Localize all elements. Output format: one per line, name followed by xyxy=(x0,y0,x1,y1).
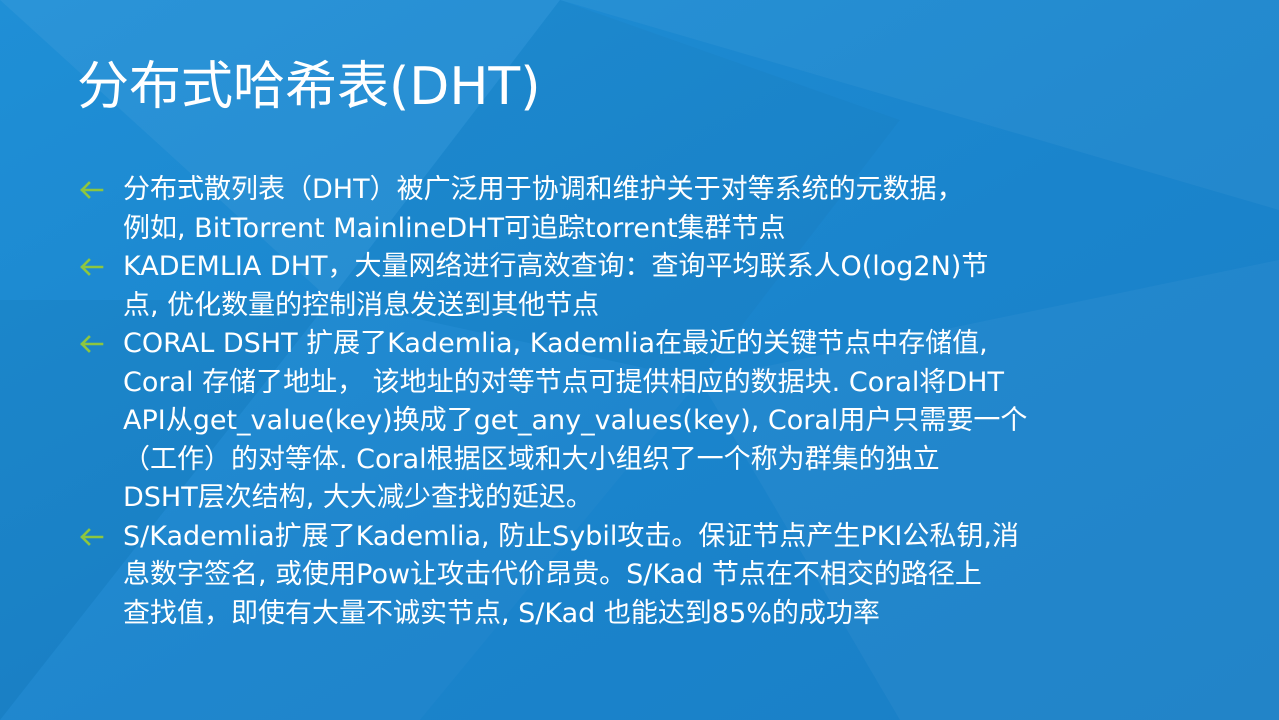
bullet-text: 分布式散列表（DHT）被广泛用于协调和维护关于对等系统的元数据， 例如, BitT… xyxy=(123,171,1198,248)
bullet-item: KADEMLIA DHT，大量网络进行高效查询：查询平均联系人O(log2N)节… xyxy=(78,248,1198,325)
slide-title: 分布式哈希表(DHT) xyxy=(77,57,541,117)
bullet-text: S/Kademlia扩展了Kademlia, 防止Sybil攻击。保证节点产生P… xyxy=(123,518,1198,634)
bullet-text-line: KADEMLIA DHT，大量网络进行高效查询：查询平均联系人O(log2N)节 xyxy=(123,251,989,282)
arrow-left-icon xyxy=(78,325,123,363)
bullet-text: KADEMLIA DHT，大量网络进行高效查询：查询平均联系人O(log2N)节… xyxy=(123,248,1198,325)
bullet-list: 分布式散列表（DHT）被广泛用于协调和维护关于对等系统的元数据， 例如, BitT… xyxy=(78,171,1198,633)
arrow-left-icon xyxy=(78,518,123,556)
arrow-left-icon xyxy=(78,248,123,286)
bullet-text-line: DSHT层次结构, 大大减少查找的延迟。 xyxy=(123,482,593,513)
bullet-text-line: 查找值，即使有大量不诚实节点, S/Kad 也能达到85%的成功率 xyxy=(123,597,880,629)
bullet-text-line: 点, 优化数量的控制消息发送到其他节点 xyxy=(123,289,600,321)
bullet-text-line: S/Kademlia扩展了Kademlia, 防止Sybil攻击。保证节点产生P… xyxy=(123,520,1019,552)
bullet-text-line: 息数字签名, 或使用Pow让攻击代价昂贵。S/Kad 节点在不相交的路径上 xyxy=(123,559,982,590)
bullet-item: 分布式散列表（DHT）被广泛用于协调和维护关于对等系统的元数据， 例如, BitT… xyxy=(78,171,1198,248)
bullet-text-line: CORAL DSHT 扩展了Kademlia, Kademlia在最近的关键节点… xyxy=(123,328,988,359)
bullet-text-line: （工作）的对等体. Coral根据区域和大小组织了一个称为群集的独立 xyxy=(123,443,940,475)
bullet-text-line: 分布式散列表（DHT）被广泛用于协调和维护关于对等系统的元数据， xyxy=(123,174,964,205)
bullet-item: S/Kademlia扩展了Kademlia, 防止Sybil攻击。保证节点产生P… xyxy=(78,518,1198,634)
bullet-text-line: API从get_value(key)换成了get_any_values(key)… xyxy=(123,405,1028,436)
bullet-text: CORAL DSHT 扩展了Kademlia, Kademlia在最近的关键节点… xyxy=(123,325,1198,518)
bullet-text-line: Coral 存储了地址， 该地址的对等节点可提供相应的数据块. Coral将DH… xyxy=(123,366,1004,398)
bullet-text-line: 例如, BitTorrent MainlineDHT可追踪torrent集群节点 xyxy=(123,212,786,244)
arrow-left-icon xyxy=(78,171,123,209)
bullet-item: CORAL DSHT 扩展了Kademlia, Kademlia在最近的关键节点… xyxy=(78,325,1198,518)
